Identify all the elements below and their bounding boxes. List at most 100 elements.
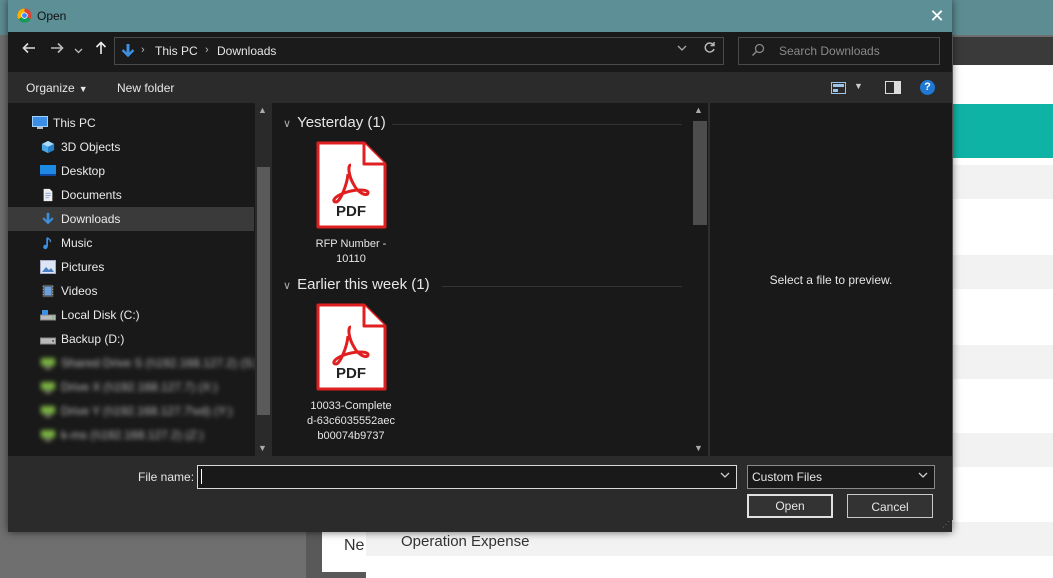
breadcrumb-downloads[interactable]: Downloads xyxy=(217,44,276,58)
file-name-line: b00074b9737 xyxy=(317,430,385,442)
view-options-dropdown[interactable]: ▼ xyxy=(854,81,863,91)
background-row xyxy=(953,345,1053,379)
scrollbar-thumb[interactable] xyxy=(693,121,707,225)
search-icon xyxy=(751,43,765,57)
preview-message: Select a file to preview. xyxy=(769,273,893,287)
sidebar-item-network-drive-z[interactable]: k-ms (\\192.168.127.2) (Z:) xyxy=(8,423,254,447)
navigation-bar: › This PC › Downloads Search Downloads xyxy=(8,32,952,72)
chevron-down-icon: ∨ xyxy=(283,118,292,130)
sidebar-item-label: 3D Objects xyxy=(61,140,121,154)
file-name-line: 10033-Complete xyxy=(310,400,392,412)
network-drive-icon xyxy=(41,358,55,369)
sidebar-item-label: Videos xyxy=(61,284,98,298)
group-header-earlier-this-week[interactable]: ∨ Earlier this week (1) xyxy=(283,276,430,293)
search-box[interactable]: Search Downloads xyxy=(738,37,940,65)
forward-button[interactable] xyxy=(46,40,68,62)
forward-arrow-icon xyxy=(51,42,64,54)
file-list: ∨ Yesterday (1) PDF RFP Number - 10110 ∨ E… xyxy=(272,103,691,456)
download-icon xyxy=(121,44,135,58)
change-view-icon[interactable] xyxy=(831,82,846,94)
group-header-yesterday[interactable]: ∨ Yesterday (1) xyxy=(283,114,386,131)
sidebar-item-local-disk-c[interactable]: Local Disk (C:) xyxy=(8,303,254,327)
background-operation-expense[interactable]: Operation Expense xyxy=(401,533,529,550)
picture-icon xyxy=(40,260,56,274)
group-header-label: Yesterday (1) xyxy=(297,114,386,131)
up-arrow-icon xyxy=(95,41,107,54)
file-name-line: 10110 xyxy=(336,253,366,265)
sidebar-item-3d-objects[interactable]: 3D Objects xyxy=(8,135,254,159)
pdf-badge: PDF xyxy=(336,203,366,220)
scrollbar-thumb[interactable] xyxy=(257,167,270,415)
resize-grip-icon[interactable]: ⋰ xyxy=(942,520,950,529)
pdf-badge: PDF xyxy=(336,365,366,382)
sidebar-item-network-drive-y[interactable]: Drive Y (\\192.168.127.7\vd) (Y:) xyxy=(8,399,254,423)
sidebar-item-network-drive-s[interactable]: Shared Drive S (\\192.168.127.2) (S:) xyxy=(8,351,260,375)
scroll-up-icon[interactable]: ▲ xyxy=(258,105,267,115)
search-input[interactable]: Search Downloads xyxy=(779,44,880,58)
chevron-down-icon: ∨ xyxy=(283,280,292,292)
sidebar-item-label: k-ms (\\192.168.127.2) (Z:) xyxy=(61,428,204,442)
help-icon[interactable]: ? xyxy=(920,80,935,95)
background-row xyxy=(953,433,1053,467)
organize-menu[interactable]: Organize ▼ xyxy=(26,81,88,95)
title-bar[interactable]: Open ✕ xyxy=(8,0,952,32)
chevron-down-icon xyxy=(74,48,82,54)
breadcrumb-this-pc[interactable]: This PC xyxy=(155,44,198,58)
navigation-scrollbar[interactable]: ▲ ▼ xyxy=(255,103,272,456)
sidebar-item-backup-d[interactable]: Backup (D:) xyxy=(8,327,254,351)
group-divider xyxy=(392,124,682,125)
sidebar-item-videos[interactable]: Videos xyxy=(8,279,254,303)
group-header-label: Earlier this week (1) xyxy=(297,276,430,293)
video-icon xyxy=(42,284,54,298)
back-arrow-icon xyxy=(22,42,35,54)
cube-icon xyxy=(41,140,55,154)
chevron-down-icon xyxy=(918,472,928,478)
sidebar-item-music[interactable]: Music xyxy=(8,231,254,255)
file-name-dropdown[interactable] xyxy=(720,470,730,481)
back-button[interactable] xyxy=(18,40,40,62)
scroll-down-icon[interactable]: ▼ xyxy=(694,443,703,453)
chevron-down-icon xyxy=(720,472,730,478)
group-divider xyxy=(442,286,682,287)
open-file-dialog: Open ✕ › This PC › Downloads Search Down… xyxy=(8,0,952,532)
background-teal-banner xyxy=(953,104,1053,158)
background-partial-label: Ne xyxy=(344,537,365,554)
sidebar-item-pictures[interactable]: Pictures xyxy=(8,255,254,279)
file-name-input[interactable] xyxy=(197,465,737,489)
dialog-footer: File name: Custom Files Open Cancel xyxy=(8,456,952,532)
sidebar-item-desktop[interactable]: Desktop xyxy=(8,159,254,183)
open-button[interactable]: Open xyxy=(747,494,833,518)
file-list-scrollbar[interactable]: ▲ ▼ xyxy=(691,103,708,456)
network-drive-icon xyxy=(41,406,55,417)
sidebar-item-label: Downloads xyxy=(61,212,121,226)
chrome-icon xyxy=(17,8,32,23)
sidebar-item-this-pc[interactable]: This PC xyxy=(8,111,254,135)
file-type-dropdown[interactable] xyxy=(918,470,928,481)
up-button[interactable] xyxy=(90,40,112,62)
file-type-select[interactable]: Custom Files xyxy=(747,465,935,489)
address-bar[interactable]: › This PC › Downloads xyxy=(114,37,724,65)
address-dropdown-button[interactable] xyxy=(677,42,687,54)
sidebar-item-downloads[interactable]: Downloads xyxy=(8,207,254,231)
navigation-pane: This PC 3D Objects Desktop Documents Dow… xyxy=(8,103,272,456)
preview-pane-icon[interactable] xyxy=(885,81,901,94)
new-folder-button[interactable]: New folder xyxy=(117,81,174,95)
sidebar-item-documents[interactable]: Documents xyxy=(8,183,254,207)
close-button[interactable]: ✕ xyxy=(924,4,950,28)
sidebar-item-label: Pictures xyxy=(61,260,105,274)
refresh-icon xyxy=(704,42,715,53)
scroll-down-icon[interactable]: ▼ xyxy=(258,443,267,453)
network-drive-icon xyxy=(41,382,55,393)
file-name-line: RFP Number - xyxy=(315,238,387,250)
recent-locations-button[interactable] xyxy=(70,40,86,62)
cancel-button[interactable]: Cancel xyxy=(847,494,933,518)
sidebar-item-label: This PC xyxy=(53,116,96,130)
refresh-button[interactable] xyxy=(703,41,716,57)
breadcrumb-separator: › xyxy=(141,44,145,56)
sidebar-item-label: Drive Y (\\192.168.127.7\vd) (Y:) xyxy=(61,404,233,418)
drive-icon xyxy=(40,337,56,345)
scroll-up-icon[interactable]: ▲ xyxy=(694,105,703,115)
sidebar-item-label: Documents xyxy=(61,188,122,202)
sidebar-item-network-drive-x[interactable]: Drive X (\\192.168.127.7) (X:) xyxy=(8,375,254,399)
dropdown-arrow-icon: ▼ xyxy=(78,84,88,94)
